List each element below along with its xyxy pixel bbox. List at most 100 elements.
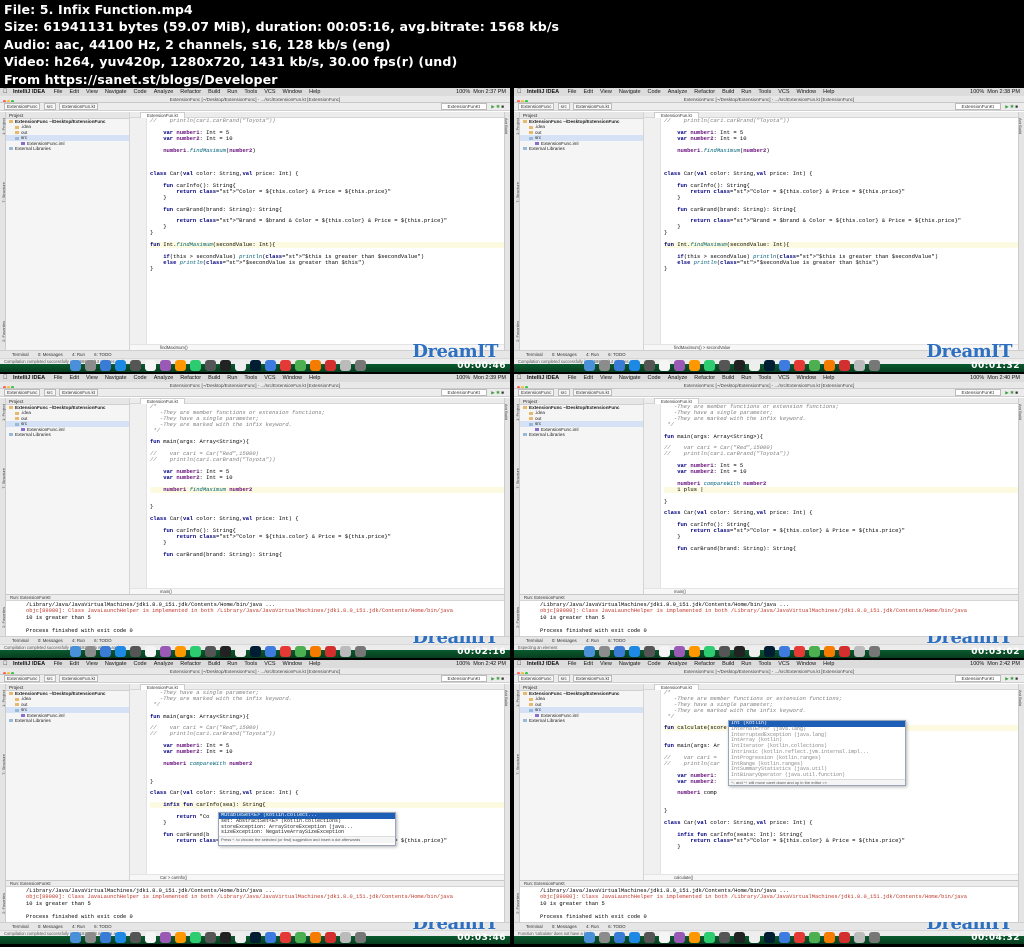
code-text[interactable]: 12// println(car1.carBrand("Toyota")) 13… — [150, 118, 504, 344]
dock-icons[interactable] — [70, 639, 370, 657]
project-panel-header[interactable]: Project — [520, 112, 643, 119]
menu-items[interactable]: File Edit View Navigate Code Analyze Refactor B… — [54, 661, 328, 667]
terminal-tab[interactable]: Terminal — [12, 352, 29, 357]
stop-icon[interactable]: ■ — [501, 390, 504, 395]
menu-refactor[interactable]: Refactor — [694, 661, 715, 667]
stop-icon[interactable]: ■ — [1015, 390, 1018, 395]
project-panel-header[interactable]: Project — [6, 112, 129, 119]
project-tool-tab[interactable]: 1: Project — [515, 118, 520, 135]
nav-project[interactable]: ExtensionFunc — [518, 389, 555, 396]
run-config-select[interactable]: ExtensionFunKt — [954, 103, 1001, 110]
run-icon[interactable]: ▶ — [1005, 104, 1009, 109]
apple-icon[interactable]:  — [517, 660, 522, 668]
menu-build[interactable]: Build — [208, 89, 220, 95]
menu-run[interactable]: Run — [227, 89, 237, 95]
menu-edit[interactable]: Edit — [584, 661, 593, 667]
terminal-tab[interactable]: Terminal — [526, 924, 543, 929]
menu-navigate[interactable]: Navigate — [619, 661, 641, 667]
menu-analyze[interactable]: Analyze — [668, 375, 688, 381]
nav-src[interactable]: src — [557, 389, 570, 396]
project-panel-header[interactable]: Project — [520, 684, 643, 691]
favorites-tool-tab[interactable]: 2: Favorites — [515, 893, 520, 914]
menu-run[interactable]: Run — [741, 375, 751, 381]
menu-build[interactable]: Build — [722, 375, 734, 381]
menu-vcs[interactable]: VCS — [778, 375, 789, 381]
menu-tools[interactable]: Tools — [244, 661, 257, 667]
menu-file[interactable]: File — [568, 661, 577, 667]
code-text[interactable]: 1/* 2 -They are member functions or exte… — [150, 404, 504, 588]
apple-icon[interactable]:  — [517, 88, 522, 96]
menu-build[interactable]: Build — [722, 661, 734, 667]
menu-code[interactable]: Code — [134, 375, 147, 381]
menu-refactor[interactable]: Refactor — [180, 661, 201, 667]
messages-tab[interactable]: 0: Messages — [552, 352, 577, 357]
nav-project[interactable]: ExtensionFunc — [518, 103, 555, 110]
project-panel-header[interactable]: Project — [520, 398, 643, 405]
code-editor[interactable]: ExtensionFun.kt 1/* 2 -They are member f… — [130, 398, 504, 594]
stop-icon[interactable]: ■ — [1015, 104, 1018, 109]
stop-icon[interactable]: ■ — [1015, 676, 1018, 681]
debug-icon[interactable]: ✱ — [1010, 676, 1014, 681]
menu-help[interactable]: Help — [309, 661, 320, 667]
ant-build-tool-tab[interactable]: Ant Build — [504, 404, 509, 420]
menu-items[interactable]: File Edit View Navigate Code Analyze Refactor B… — [568, 89, 842, 95]
menu-view[interactable]: View — [600, 375, 612, 381]
menu-build[interactable]: Build — [722, 89, 734, 95]
ant-build-tool-tab[interactable]: Ant Build — [1018, 690, 1023, 706]
code-editor[interactable]: ExtensionFun.kt 2 -They have a single pa… — [130, 684, 504, 880]
menu-vcs[interactable]: VCS — [778, 661, 789, 667]
menu-navigate[interactable]: Navigate — [105, 661, 127, 667]
menu-window[interactable]: Window — [283, 89, 303, 95]
dock-icons[interactable] — [584, 639, 884, 657]
menu-view[interactable]: View — [86, 661, 98, 667]
menu-vcs[interactable]: VCS — [778, 89, 789, 95]
menu-code[interactable]: Code — [134, 89, 147, 95]
code-editor[interactable]: ExtensionFun.kt 12// println(car1.carBra… — [130, 112, 504, 350]
menu-view[interactable]: View — [600, 89, 612, 95]
code-editor[interactable]: ExtensionFun.kt 3 -They are member funct… — [644, 398, 1018, 594]
apple-icon[interactable]:  — [517, 374, 522, 382]
menu-tools[interactable]: Tools — [758, 661, 771, 667]
menu-items[interactable]: File Edit View Navigate Code Analyze Refactor B… — [54, 375, 328, 381]
ant-build-tool-tab[interactable]: Ant Build — [1018, 118, 1023, 134]
nav-project[interactable]: ExtensionFunc — [518, 675, 555, 682]
stop-icon[interactable]: ■ — [501, 104, 504, 109]
nav-file[interactable]: ExtensionFun.kt — [59, 103, 99, 110]
code-text[interactable]: 12// println(car1.carBrand("Toyota")) 13… — [664, 118, 1018, 344]
project-tool-tab[interactable]: 1: Project — [1, 404, 6, 421]
menu-refactor[interactable]: Refactor — [180, 375, 201, 381]
nav-src[interactable]: src — [43, 675, 56, 682]
nav-src[interactable]: src — [43, 389, 56, 396]
menu-edit[interactable]: Edit — [70, 89, 79, 95]
favorites-tool-tab[interactable]: 2: Favorites — [1, 607, 6, 628]
menu-navigate[interactable]: Navigate — [619, 89, 641, 95]
project-tool-tab[interactable]: 1: Project — [1, 118, 6, 135]
menu-analyze[interactable]: Analyze — [154, 375, 174, 381]
app-menu[interactable]: IntelliJ IDEA — [13, 375, 45, 381]
menu-refactor[interactable]: Refactor — [180, 89, 201, 95]
nav-project[interactable]: ExtensionFunc — [4, 103, 41, 110]
ant-build-tool-tab[interactable]: Ant Build — [504, 118, 509, 134]
menu-file[interactable]: File — [568, 375, 577, 381]
favorites-tool-tab[interactable]: 2: Favorites — [515, 321, 520, 342]
menu-help[interactable]: Help — [823, 375, 834, 381]
menu-view[interactable]: View — [86, 89, 98, 95]
code-editor[interactable]: ExtensionFun.kt 12// println(car1.carBra… — [644, 112, 1018, 350]
menu-build[interactable]: Build — [208, 375, 220, 381]
menu-tools[interactable]: Tools — [758, 89, 771, 95]
app-menu[interactable]: IntelliJ IDEA — [13, 661, 45, 667]
run-icon[interactable]: ▶ — [491, 676, 495, 681]
run-header[interactable]: Run: ExtensionFunKt — [6, 881, 504, 887]
menu-build[interactable]: Build — [208, 661, 220, 667]
autocomplete-popup[interactable]: MutableSet<E> (kotlin.collect... set: Abs… — [218, 812, 396, 846]
code-text[interactable]: 3 -They are member functions or extensio… — [664, 404, 1018, 588]
terminal-tab[interactable]: Terminal — [12, 924, 29, 929]
messages-tab[interactable]: 0: Messages — [38, 924, 63, 929]
menu-analyze[interactable]: Analyze — [154, 89, 174, 95]
menu-view[interactable]: View — [86, 375, 98, 381]
menu-navigate[interactable]: Navigate — [105, 89, 127, 95]
app-menu[interactable]: IntelliJ IDEA — [527, 375, 559, 381]
autocomplete-popup[interactable]: Int (kotlin) InternalError (java.lang) Int… — [728, 720, 906, 786]
dock-icons[interactable] — [584, 353, 884, 371]
structure-tool-tab[interactable]: 7: Structure — [515, 468, 520, 489]
